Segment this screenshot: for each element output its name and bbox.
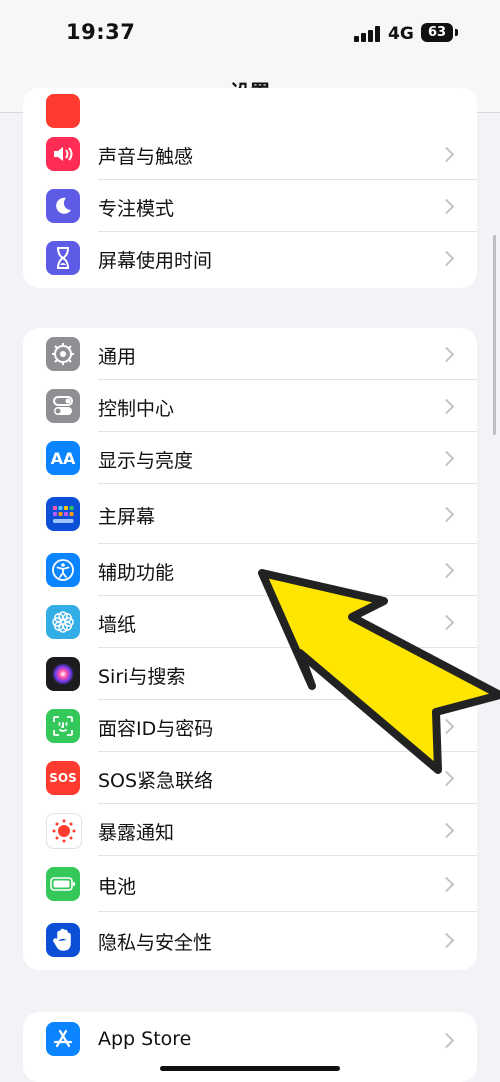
siri-icon <box>46 657 80 691</box>
chevron-right-icon <box>438 506 455 523</box>
sos-icon-text: SOS <box>49 771 77 785</box>
settings-row-accessibility[interactable]: 辅助功能 <box>23 544 477 596</box>
settings-row-emergency-sos[interactable]: SOS SOS紧急联络 <box>23 752 477 804</box>
notifications-icon <box>46 94 80 128</box>
settings-row-screen-time[interactable]: 屏幕使用时间 <box>23 232 477 284</box>
settings-row-label: 控制中心 <box>98 398 175 420</box>
settings-row-label: 暴露通知 <box>98 822 175 844</box>
chevron-right-icon <box>438 146 455 163</box>
settings-row-label: 面容ID与密码 <box>98 718 214 740</box>
battery-tip <box>455 29 458 36</box>
accessibility-icon <box>46 553 80 587</box>
settings-row-siri[interactable]: Siri与搜索 <box>23 648 477 700</box>
settings-row-general[interactable]: 通用 <box>23 328 477 380</box>
settings-row-label: 显示与亮度 <box>98 450 194 472</box>
chevron-right-icon <box>438 346 455 363</box>
settings-row-label: 专注模式 <box>98 198 175 220</box>
settings-row-label: 电池 <box>98 876 137 898</box>
settings-row-label: SOS紧急联络 <box>98 770 214 792</box>
settings-row-label: App Store <box>98 1028 192 1050</box>
hand-icon <box>46 923 80 957</box>
settings-row-label: 隐私与安全性 <box>98 932 213 954</box>
chevron-right-icon <box>438 198 455 215</box>
settings-row-label: Siri与搜索 <box>98 666 186 688</box>
sos-icon: SOS <box>46 761 80 795</box>
face-id-icon <box>46 709 80 743</box>
settings-row-privacy[interactable]: 隐私与安全性 <box>23 912 477 968</box>
chevron-right-icon <box>438 614 455 631</box>
settings-row-label: 主屏幕 <box>98 506 156 528</box>
chevron-right-icon <box>438 450 455 467</box>
chevron-right-icon <box>438 770 455 787</box>
home-grid-icon <box>46 497 80 531</box>
settings-row-label: 辅助功能 <box>98 562 175 584</box>
settings-row-label: 通用 <box>98 346 137 368</box>
flower-icon <box>46 605 80 639</box>
home-indicator <box>160 1066 340 1071</box>
chevron-right-icon <box>438 822 455 839</box>
settings-group-3: App Store <box>23 1012 477 1082</box>
chevron-right-icon <box>438 666 455 683</box>
settings-row-focus[interactable]: 专注模式 <box>23 180 477 232</box>
settings-row-display[interactable]: AA 显示与亮度 <box>23 432 477 484</box>
battery-indicator: 63 <box>421 23 453 42</box>
app-store-icon <box>46 1022 80 1056</box>
status-bar: 19:37 4G 63 <box>0 0 500 66</box>
settings-row-app-store[interactable]: App Store <box>23 1012 477 1068</box>
settings-group-2: 通用 控制中心 AA 显示与亮度 主屏幕 辅助功能 墙纸 Siri与搜索 面容I… <box>23 328 477 970</box>
gear-icon <box>46 337 80 371</box>
settings-group-1: 声音与触感 专注模式 屏幕使用时间 <box>23 88 477 288</box>
chevron-right-icon <box>438 932 455 949</box>
hourglass-icon <box>46 241 80 275</box>
settings-row-label: 墙纸 <box>98 614 137 636</box>
settings-row-exposure[interactable]: 暴露通知 <box>23 804 477 856</box>
settings-row-notifications[interactable] <box>23 94 477 128</box>
settings-row-face-id[interactable]: 面容ID与密码 <box>23 700 477 752</box>
chevron-right-icon <box>438 250 455 267</box>
moon-icon <box>46 189 80 223</box>
chevron-right-icon <box>438 398 455 415</box>
settings-row-label: 屏幕使用时间 <box>98 250 213 272</box>
settings-row-battery[interactable]: 电池 <box>23 856 477 912</box>
cellular-signal-icon <box>354 26 382 42</box>
status-time: 19:37 <box>66 20 136 44</box>
exposure-icon <box>46 813 82 849</box>
speaker-icon <box>46 137 80 171</box>
chevron-right-icon <box>438 1032 455 1049</box>
chevron-right-icon <box>438 562 455 579</box>
battery-icon <box>46 867 80 901</box>
toggles-icon <box>46 389 80 423</box>
settings-row-home-screen[interactable]: 主屏幕 <box>23 484 477 544</box>
settings-row-sound[interactable]: 声音与触感 <box>23 128 477 180</box>
settings-row-control-center[interactable]: 控制中心 <box>23 380 477 432</box>
scrollbar[interactable] <box>493 235 496 435</box>
chevron-right-icon <box>438 876 455 893</box>
network-type: 4G <box>388 24 414 44</box>
settings-row-label: 声音与触感 <box>98 146 194 168</box>
text-size-icon: AA <box>46 441 80 475</box>
settings-row-wallpaper[interactable]: 墙纸 <box>23 596 477 648</box>
chevron-right-icon <box>438 718 455 735</box>
